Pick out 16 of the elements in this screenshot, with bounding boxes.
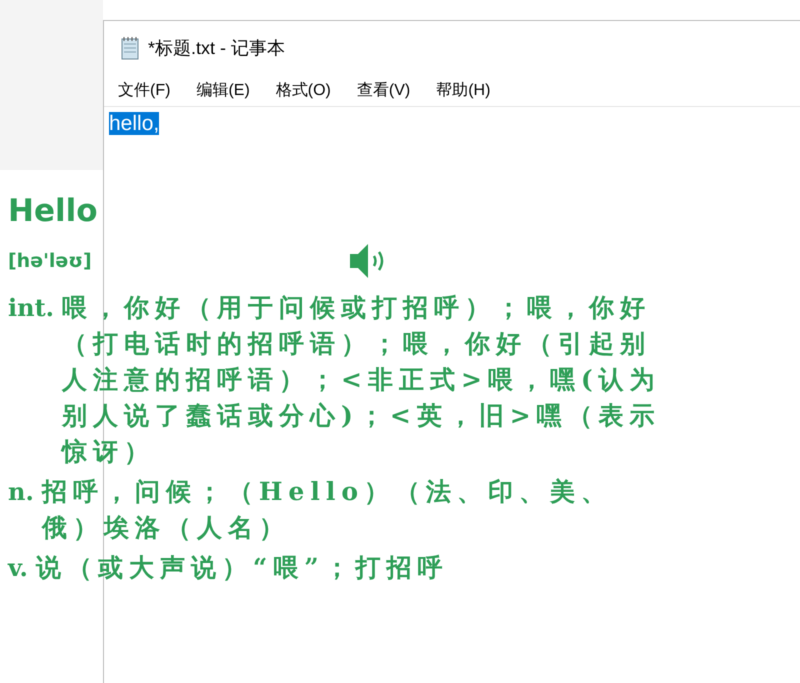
phonetic-text: [hə'ləʊ] <box>8 248 93 274</box>
menu-item[interactable]: 文件(F) <box>110 78 178 102</box>
definition-text: 喂，你好（用于问候或打招呼）；喂，你好（打电话时的招呼语）；喂，你好（引起别人注意的招呼语）；<非正式>喂，嘿(认为别人说了蠢话或分心)；<英，旧>嘿（表示惊讶） <box>62 292 662 468</box>
part-of-speech: n. <box>8 476 35 508</box>
menu-item[interactable]: 格式(O) <box>268 78 339 102</box>
definition-text: 招呼，问候；（Hello）（法、印、美、俄）埃洛（人名） <box>42 476 614 544</box>
editor-text[interactable]: hello, <box>109 112 160 135</box>
menu-item[interactable]: 查看(V) <box>348 78 418 102</box>
window-title: *标题.txt - 记事本 <box>148 36 286 60</box>
part-of-speech: int. <box>8 292 56 324</box>
definition-text: 说（或大声说）“喂”；打招呼 <box>36 552 449 584</box>
dictionary-word: Hello <box>8 192 99 231</box>
menu-item[interactable]: 编辑(E) <box>188 78 258 102</box>
part-of-speech: v. <box>8 552 29 584</box>
notepad-icon <box>120 36 140 60</box>
menu-item[interactable]: 帮助(H) <box>428 78 498 102</box>
